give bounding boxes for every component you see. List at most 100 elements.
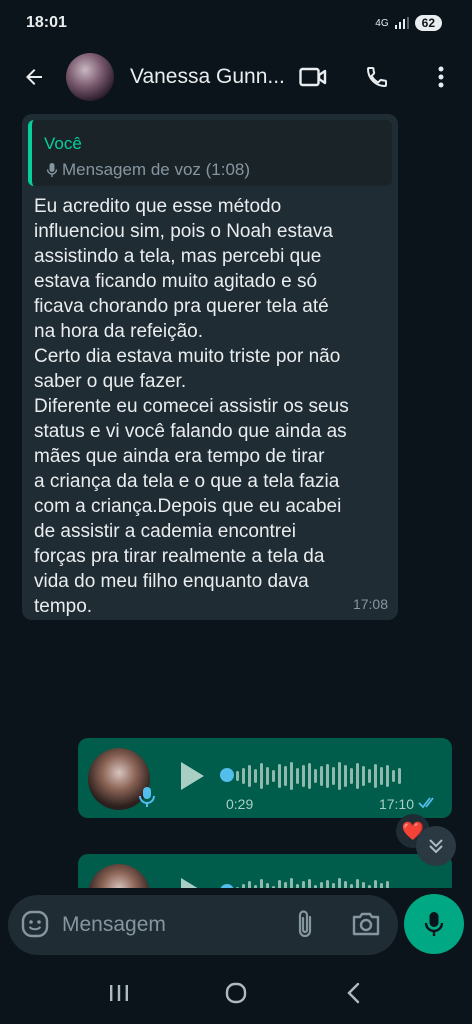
waveform-bar [338, 762, 341, 790]
waveform-bar [236, 771, 239, 781]
waveform-bar [278, 880, 281, 888]
waveform-bar [356, 763, 359, 789]
waveform[interactable] [220, 762, 401, 790]
waveform-bar [386, 765, 389, 787]
back-arrow-icon [26, 69, 42, 85]
video-call-icon [299, 67, 327, 87]
emoji-icon[interactable] [20, 909, 50, 939]
nav-recents-button[interactable] [99, 973, 139, 1013]
waveform-bar [344, 881, 347, 888]
waveform-bar [290, 878, 293, 888]
quoted-reply[interactable]: Você Mensagem de voz (1:08) [28, 120, 392, 186]
waveform-bar [392, 770, 395, 782]
waveform-bar [332, 767, 335, 785]
nav-recents-icon [109, 985, 128, 1001]
waveform-bar [242, 768, 245, 784]
waveform-bar [296, 768, 299, 784]
chat-area[interactable]: Você Mensagem de voz (1:08) Eu acredito … [0, 108, 472, 888]
waveform-bar [308, 763, 311, 789]
nav-back-icon [347, 982, 360, 1004]
voice-call-button[interactable] [360, 60, 394, 94]
waveform-bar [326, 764, 329, 788]
waveform-bar [332, 883, 335, 888]
nav-home-button[interactable] [216, 973, 256, 1013]
sender-avatar [88, 864, 150, 888]
playback-scrubber[interactable] [220, 768, 234, 782]
message-input-container[interactable] [8, 895, 398, 955]
waveform[interactable] [220, 878, 389, 888]
waveform-bar [308, 879, 311, 888]
scroll-to-bottom-button[interactable] [416, 826, 456, 866]
quote-author: Você [44, 134, 82, 153]
waveform-bar [284, 882, 287, 888]
play-icon[interactable] [178, 876, 206, 888]
waveform-bar [278, 764, 281, 788]
play-icon[interactable] [178, 760, 206, 792]
voice-record-button[interactable] [404, 894, 464, 954]
message-time: 17:10 [378, 796, 414, 812]
waveform-bar [236, 887, 239, 888]
waveform-bar [272, 886, 275, 888]
waveform-bar [338, 878, 341, 888]
signal-icon [394, 17, 409, 29]
read-ticks-icon [418, 797, 434, 809]
message-input[interactable] [62, 905, 282, 945]
waveform-bar [380, 767, 383, 785]
waveform-bar [362, 882, 365, 888]
waveform-bar [350, 884, 353, 888]
network-label: 4G [375, 17, 389, 29]
waveform-bar [296, 884, 299, 888]
waveform-bar [344, 765, 347, 787]
waveform-bar [362, 766, 365, 786]
waveform-bar [374, 880, 377, 888]
nav-back-button[interactable] [333, 973, 373, 1013]
waveform-bar [260, 763, 263, 789]
waveform-bar [368, 885, 371, 888]
voice-message-bubble[interactable]: 0:29 17:10 [78, 738, 452, 818]
message-text: Eu acredito que esse método influenciou … [34, 196, 349, 617]
status-bar: 18:01 4G 62 [0, 0, 472, 46]
waveform-bar [356, 879, 359, 888]
waveform-bar [248, 881, 251, 888]
status-indicators: 4G 62 [375, 15, 442, 31]
waveform-bar [350, 768, 353, 784]
more-vert-icon [438, 66, 444, 88]
incoming-message-bubble[interactable]: Você Mensagem de voz (1:08) Eu acredito … [22, 114, 398, 620]
status-time: 18:01 [26, 14, 67, 31]
waveform-bar [320, 766, 323, 786]
more-options-button[interactable] [424, 60, 458, 94]
waveform-bar [290, 762, 293, 790]
battery-badge: 62 [414, 15, 442, 31]
waveform-bar [248, 765, 251, 787]
waveform-bar [368, 769, 371, 783]
waveform-bar [302, 881, 305, 888]
waveform-bar [284, 766, 287, 786]
contact-name[interactable]: Vanessa Gunn... [130, 65, 290, 89]
waveform-bar [272, 770, 275, 782]
chat-header: Vanessa Gunn... [0, 46, 472, 108]
waveform-bar [386, 881, 389, 888]
mic-icon [139, 787, 155, 807]
quote-text: Mensagem de voz (1:08) [62, 160, 251, 179]
contact-avatar[interactable] [66, 53, 114, 101]
composer [0, 892, 472, 958]
back-button[interactable] [16, 59, 52, 95]
attach-icon[interactable] [290, 909, 320, 941]
camera-icon[interactable] [350, 909, 382, 939]
nav-home-icon [225, 982, 247, 1004]
chevron-double-down-icon [429, 839, 443, 854]
system-nav-bar [0, 962, 472, 1024]
waveform-bar [398, 768, 401, 784]
waveform-bar [314, 769, 317, 783]
voice-message-bubble[interactable] [78, 854, 452, 888]
video-call-button[interactable] [296, 60, 330, 94]
waveform-bar [260, 879, 263, 888]
waveform-bar [320, 882, 323, 888]
waveform-bar [374, 764, 377, 788]
waveform-bar [302, 765, 305, 787]
waveform-bar [254, 769, 257, 783]
voice-duration: 0:29 [226, 796, 254, 812]
waveform-bar [242, 884, 245, 888]
message-time: 17:08 [352, 596, 388, 612]
waveform-bar [254, 885, 257, 888]
